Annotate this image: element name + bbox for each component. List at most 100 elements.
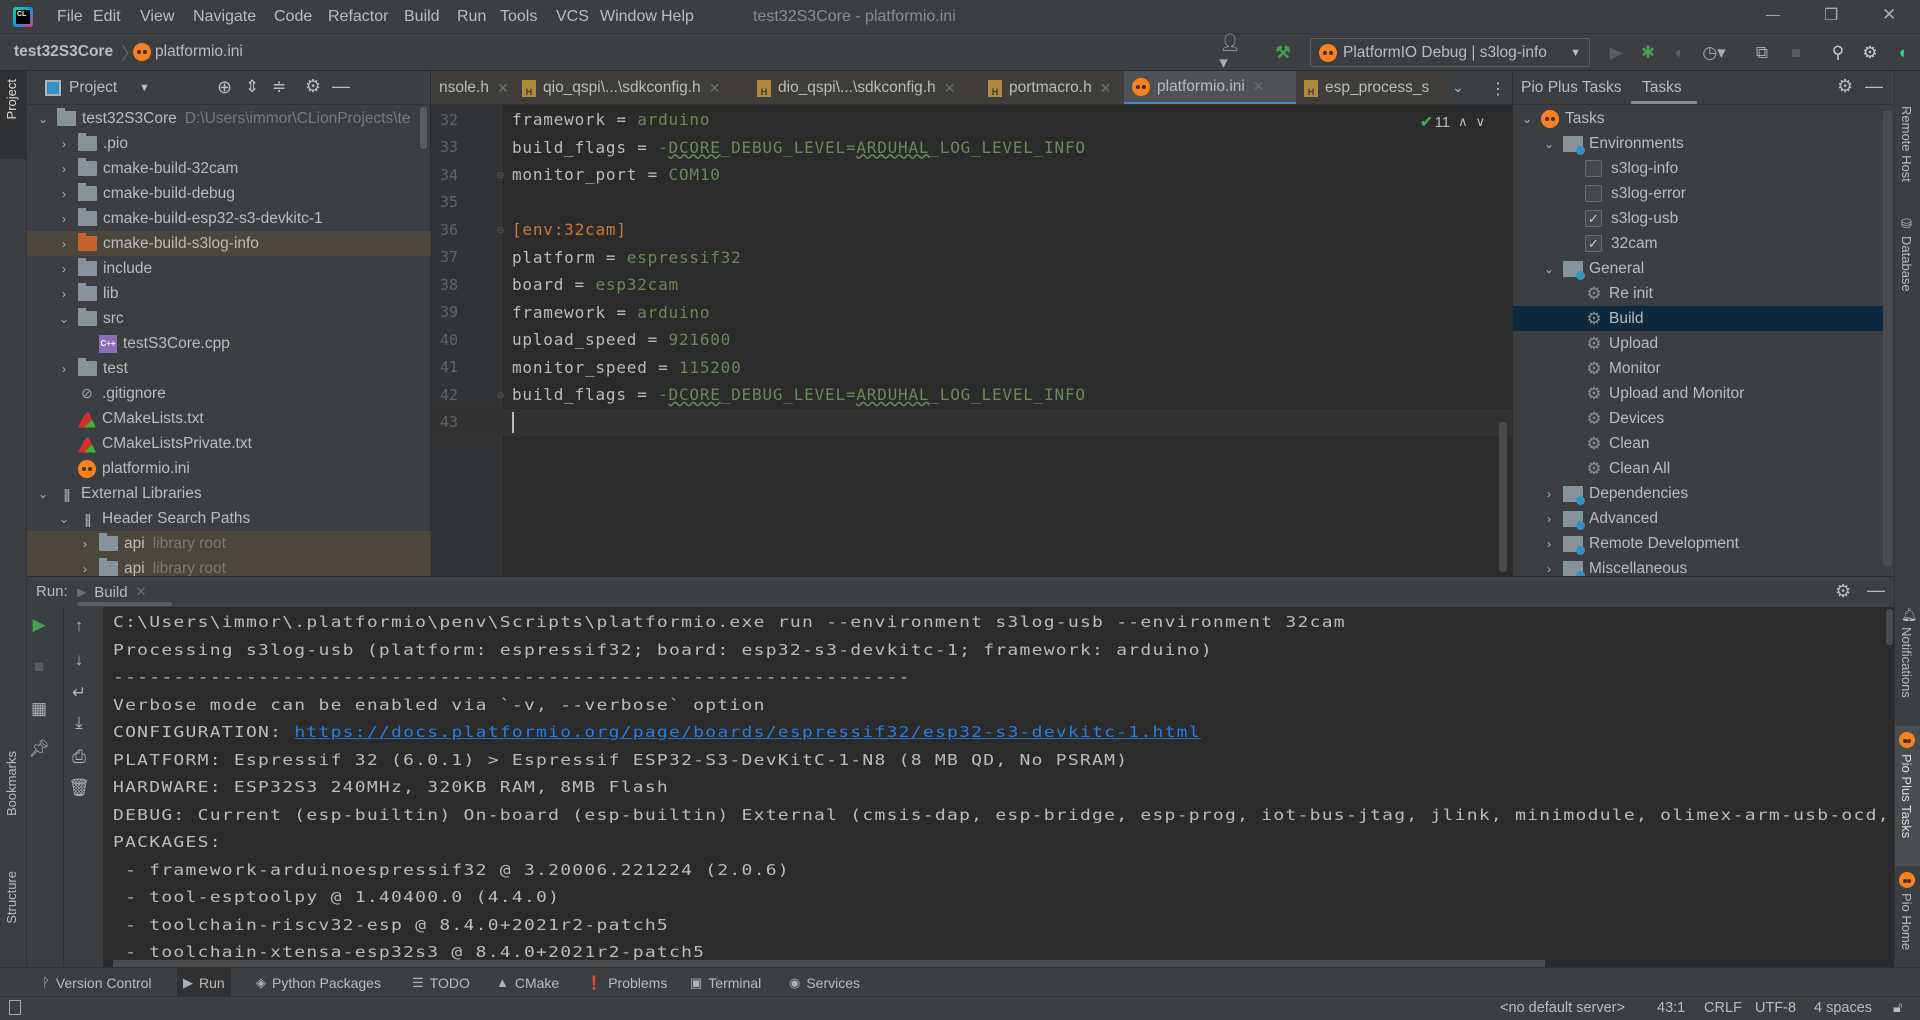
stripe-structure-tab[interactable]: Structure	[4, 871, 19, 924]
coverage-icon[interactable]: ◐	[1670, 43, 1690, 63]
task-item[interactable]: ✓ s3log-usb	[1513, 206, 1883, 231]
stripe-pio-home-tab[interactable]: Pio Home	[1899, 893, 1914, 950]
menu-code[interactable]: Code	[274, 8, 312, 26]
tree-item[interactable]: › cmake-build-s3log-info	[27, 231, 431, 256]
task-item[interactable]: ⚙ Monitor	[1513, 356, 1883, 381]
run-configuration-select[interactable]: PlatformIO Debug | s3log-info ▼	[1310, 38, 1590, 67]
chevron-right-icon[interactable]: ›	[1541, 487, 1557, 501]
status-encoding[interactable]: UTF-8	[1755, 1000, 1796, 1016]
tree-item[interactable]: CMakeLists.txt	[27, 406, 431, 431]
task-item[interactable]: › Remote Development	[1513, 531, 1883, 556]
menu-view[interactable]: View	[140, 8, 174, 26]
task-item[interactable]: ✓ 32cam	[1513, 231, 1883, 256]
code-editor[interactable]: 32 framework = arduino 33 build_flags = -DC…	[431, 105, 1512, 576]
editor-tab[interactable]: Hdio_qspi\...\sdkconfig.h ✕	[749, 71, 980, 104]
soft-wrap-icon[interactable]: ↵	[67, 681, 91, 705]
chevron-down-icon[interactable]: ⌄	[35, 487, 51, 501]
stripe-database-tab[interactable]: Database	[1899, 236, 1914, 292]
task-item[interactable]: ⚙ Devices	[1513, 406, 1883, 431]
locate-file-icon[interactable]: ⊕	[217, 77, 232, 98]
chevron-down-icon[interactable]: ⌄	[1541, 137, 1557, 151]
run-icon[interactable]: ▶	[1606, 43, 1626, 63]
chevron-right-icon[interactable]: ›	[56, 237, 72, 251]
user-icon[interactable]: 👤︎▾	[1219, 33, 1241, 72]
chevron-right-icon[interactable]: ›	[56, 362, 72, 376]
close-tab-icon[interactable]: ✕	[944, 80, 956, 97]
tool-tab-terminal[interactable]: ▣ Terminal	[684, 968, 767, 997]
breadcrumb-project[interactable]: test32S3Core	[14, 43, 113, 61]
chevron-down-icon[interactable]: ⌄	[35, 112, 51, 126]
hide-panel-icon[interactable]: —	[332, 76, 350, 97]
fold-marker-icon[interactable]: ⊖	[497, 223, 504, 237]
stripe-notifications-tab[interactable]: Notifications	[1899, 627, 1914, 698]
inspection-widget[interactable]: ✔ 11 ∧ ∨	[1420, 113, 1486, 132]
stop-icon[interactable]: ■	[1786, 43, 1806, 63]
profiler-icon[interactable]: ◷▾	[1702, 43, 1725, 63]
chevron-down-icon[interactable]: ⌄	[1519, 112, 1535, 126]
tree-item[interactable]: ⌄ ||| External Libraries	[27, 481, 431, 506]
tree-item[interactable]: ⌄ src	[27, 306, 431, 331]
chevron-down-icon[interactable]: ⌄	[56, 512, 72, 526]
checkbox[interactable]	[1585, 160, 1602, 177]
menu-file[interactable]: File	[57, 8, 83, 26]
gear-icon[interactable]: ⚙	[305, 76, 321, 97]
debug-bug-icon[interactable]: ✱	[1638, 43, 1658, 63]
chevron-right-icon[interactable]: ›	[56, 137, 72, 151]
next-highlight-icon[interactable]: ∨	[1476, 114, 1486, 130]
hide-panel-icon[interactable]: —	[1865, 76, 1883, 97]
menu-tools[interactable]: Tools	[500, 8, 537, 26]
rerun-icon[interactable]: ▶	[27, 613, 51, 637]
task-item[interactable]: ⚙ Re init	[1513, 281, 1883, 306]
tool-tab-problems[interactable]: ❗ Problems	[580, 968, 673, 997]
jetbrains-logo-icon[interactable]: ◖	[1892, 43, 1912, 63]
restore-button[interactable]: ❐	[1824, 5, 1838, 25]
stripe-pio-plus-tasks-tab[interactable]: Pio Plus Tasks	[1895, 726, 1920, 866]
breadcrumb-file[interactable]: platformio.ini	[155, 43, 243, 61]
settings-gear-icon[interactable]: ⚙	[1860, 43, 1880, 63]
project-view-selector[interactable]: Project	[69, 79, 117, 97]
gear-icon[interactable]: ⚙	[1835, 581, 1851, 602]
chevron-right-icon[interactable]: ›	[56, 287, 72, 301]
lock-icon[interactable]: 🔓︎	[1893, 1000, 1902, 1016]
toggle-tool-windows-icon[interactable]	[9, 1000, 21, 1015]
previous-highlight-icon[interactable]: ∧	[1458, 114, 1468, 130]
close-tab-icon[interactable]: ✕	[1100, 80, 1112, 97]
menu-run[interactable]: Run	[457, 8, 486, 26]
attach-debugger-icon[interactable]: ⧉	[1752, 43, 1772, 63]
close-tab-icon[interactable]: ✕	[136, 584, 147, 600]
chevron-down-icon[interactable]: ⌄	[56, 312, 72, 326]
hide-panel-icon[interactable]: —	[1867, 580, 1885, 601]
task-item[interactable]: s3log-info	[1513, 156, 1883, 181]
console-link[interactable]: https://docs.platformio.org/page/boards/…	[294, 724, 1201, 742]
close-tab-icon[interactable]: ✕	[497, 80, 509, 97]
print-icon[interactable]: ⎙	[67, 745, 91, 769]
gear-icon[interactable]: ⚙	[1837, 76, 1853, 97]
stripe-project-tab[interactable]: Project	[0, 71, 26, 159]
scroll-to-end-icon[interactable]: ⤓	[67, 711, 91, 735]
trash-icon[interactable]: 🗑︎	[67, 776, 91, 800]
chevron-right-icon[interactable]: ›	[56, 187, 72, 201]
tree-item[interactable]: platformio.ini	[27, 456, 431, 481]
stripe-remote-host-tab[interactable]: Remote Host	[1899, 106, 1914, 182]
tool-tab-todo[interactable]: ☰ TODO	[406, 968, 476, 997]
tree-item[interactable]: › api library root	[27, 531, 431, 556]
tree-item[interactable]: ⌄ ||| Header Search Paths	[27, 506, 431, 531]
menu-window[interactable]: Window	[600, 8, 657, 26]
stripe-bookmarks-tab[interactable]: Bookmarks	[4, 751, 19, 816]
chevron-right-icon[interactable]: ›	[1541, 562, 1557, 576]
task-item[interactable]: s3log-error	[1513, 181, 1883, 206]
tool-tab-cmake[interactable]: ▲ CMake	[490, 968, 565, 997]
checkbox[interactable]: ✓	[1585, 235, 1602, 252]
tree-item[interactable]: › lib	[27, 281, 431, 306]
stop-icon[interactable]: ■	[27, 655, 51, 679]
minimize-button[interactable]: —	[1766, 6, 1780, 22]
task-item[interactable]: ⚙ Upload	[1513, 331, 1883, 356]
tree-item[interactable]: › cmake-build-32cam	[27, 156, 431, 181]
console-vertical-scrollbar[interactable]	[1886, 609, 1893, 645]
tree-item[interactable]: › cmake-build-debug	[27, 181, 431, 206]
task-item[interactable]: › Advanced	[1513, 506, 1883, 531]
chevron-right-icon[interactable]: ›	[1541, 512, 1557, 526]
tool-tab-run[interactable]: ▶ Run	[177, 968, 231, 997]
task-item[interactable]: ⚙ Upload and Monitor	[1513, 381, 1883, 406]
status-line-separator[interactable]: CRLF	[1704, 1000, 1742, 1016]
